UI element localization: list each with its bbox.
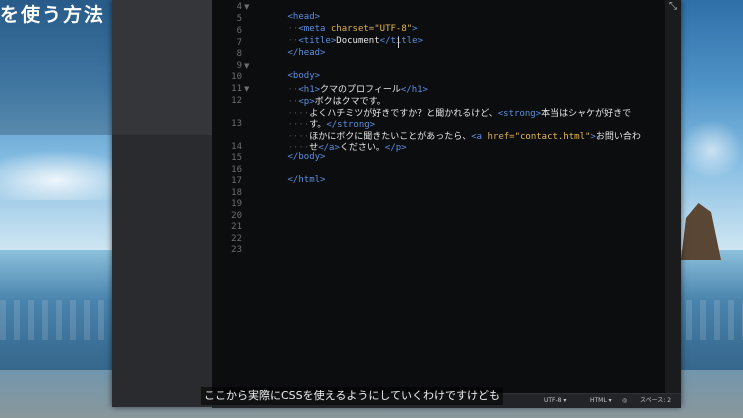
line-number: 9 (236, 61, 242, 71)
encoding-selector[interactable]: UTF-8 ▾ (544, 394, 566, 408)
line-number: 16 (231, 165, 242, 175)
attr-href: href= (482, 132, 515, 142)
line-number: 20 (231, 211, 242, 221)
sidebar-panel (112, 0, 212, 135)
line-number: 7 (236, 38, 242, 48)
line-number: 19 (231, 199, 242, 209)
code-line-16[interactable]: </html> (255, 165, 326, 195)
line-number: 22 (231, 234, 242, 244)
tag-p-close: </p> (384, 143, 407, 153)
wallpaper-cloud (680, 120, 743, 180)
code-pane[interactable]: 4 ▼ 5 6 7 8 9 ▼ 10 11 ▼ 12 13 14 15 16 17 18 19 20 21 22 23 <h… (212, 0, 665, 393)
line-number: 15 (231, 153, 242, 163)
fold-toggle-icon[interactable]: ▼ (244, 62, 249, 70)
tag-head-close: </head> (287, 48, 326, 58)
fold-toggle-icon[interactable]: ▼ (244, 85, 249, 93)
line-number: 21 (231, 222, 242, 232)
line-number: 4 (236, 2, 242, 12)
editor-scrollbar[interactable] (665, 0, 681, 393)
indent-setting[interactable]: スペース: 2 (640, 394, 671, 408)
text-kudasai: ください。 (339, 143, 385, 153)
line-number: 23 (231, 245, 242, 255)
tag-a-open: <a (471, 132, 483, 142)
line-number-gutter: 4 ▼ 5 6 7 8 9 ▼ 10 11 ▼ 12 13 14 15 16 17 18 19 20 21 22 23 (212, 0, 252, 393)
tag-h1-close: </h1> (400, 85, 428, 95)
language-selector[interactable]: HTML ▾ (590, 394, 612, 408)
tag-body-close: </body> (287, 152, 326, 162)
line-number: 5 (236, 14, 242, 24)
line-number: 6 (236, 26, 242, 36)
overlay-title: を使う方法 (0, 4, 106, 26)
line-number: 11 (231, 84, 242, 94)
line-number: 18 (231, 188, 242, 198)
line-number: 17 (231, 176, 242, 186)
tag-html-close: </html> (287, 175, 326, 185)
lint-status-icon[interactable]: ◎ (622, 394, 627, 408)
tag-strong-open: <strong> (497, 109, 542, 119)
line-number: 12 (231, 96, 242, 106)
editor-sidebar (112, 0, 212, 407)
string-contact-html: "contact.html" (514, 132, 591, 142)
line-number: 13 (231, 119, 242, 129)
line-number: 14 (231, 142, 242, 152)
line-number: 10 (231, 72, 242, 82)
text-document: Document (336, 36, 380, 46)
resize-corner-icon[interactable]: ⤡ (665, 0, 681, 14)
text-link: お問い合わ (595, 132, 641, 142)
fold-toggle-icon[interactable]: ▼ (244, 3, 249, 11)
line-number: 8 (236, 49, 242, 59)
text-strong: 本当はシャケが好きで (541, 109, 632, 119)
code-editor-window: 4 ▼ 5 6 7 8 9 ▼ 10 11 ▼ 12 13 14 15 16 17 18 19 20 21 22 23 <h… (112, 0, 681, 408)
tag-title-close: </title> (379, 36, 424, 46)
video-subtitle: ここから実際にCSSを使えるようにしていくわけですけども (201, 387, 503, 405)
text-cursor (398, 37, 399, 48)
